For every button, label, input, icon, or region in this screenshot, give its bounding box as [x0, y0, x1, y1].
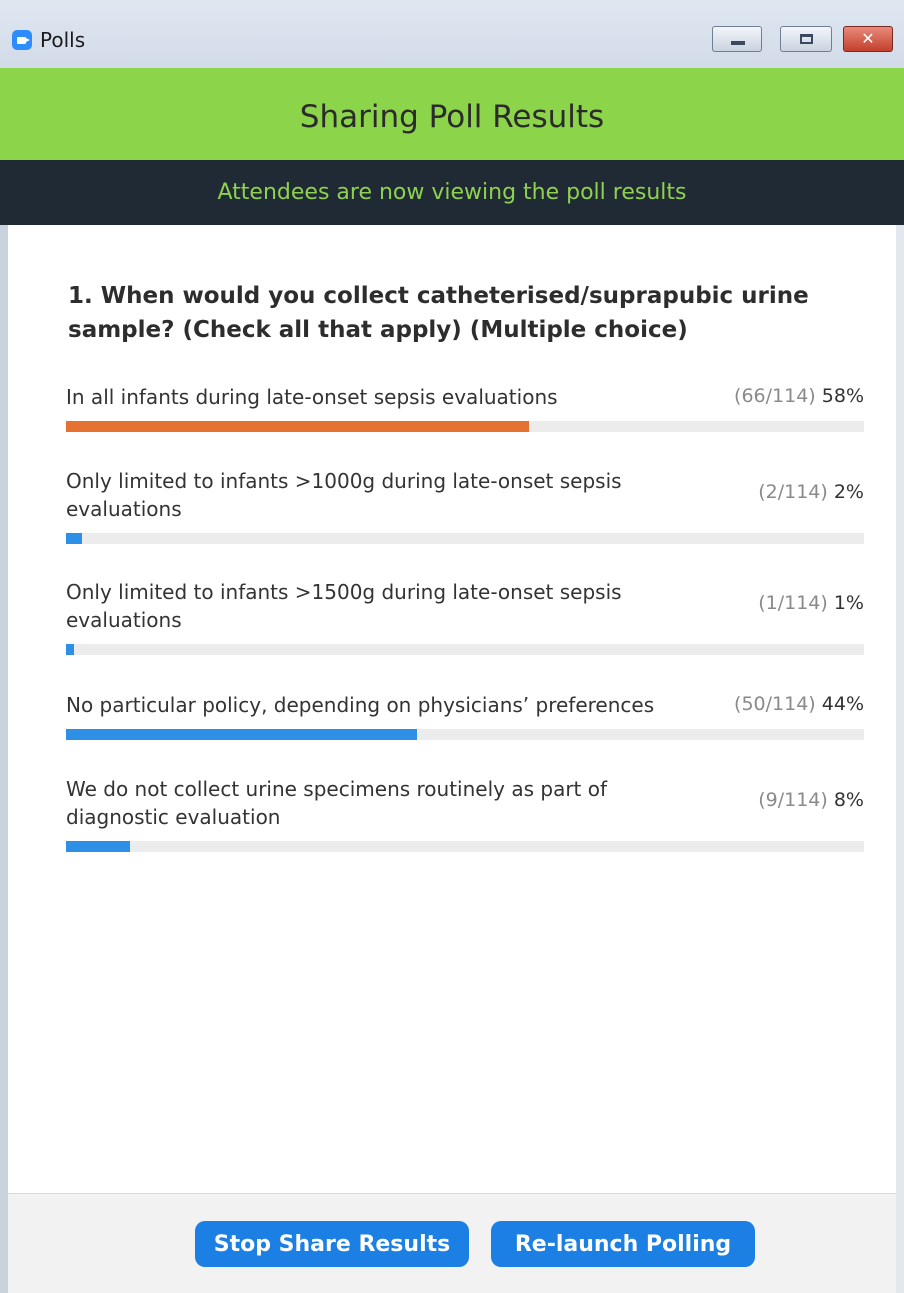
option-count: (9/114) — [758, 789, 828, 811]
poll-results-panel: 1. When would you collect catheterised/s… — [8, 225, 896, 1193]
option-label: In all infants during late-onset sepsis … — [66, 385, 558, 409]
option-result: (9/114) 8% — [758, 789, 864, 811]
result-bar-track — [66, 533, 864, 544]
option-count: (2/114) — [758, 481, 828, 503]
option-percent: 2% — [833, 481, 864, 503]
poll-question: 1. When would you collect catheterised/s… — [68, 283, 809, 343]
option-result: (2/114) 2% — [758, 481, 864, 503]
option-result: (50/114) 44% — [734, 693, 864, 715]
close-button[interactable]: ✕ — [843, 26, 893, 52]
option-result: (1/114) 1% — [758, 592, 864, 614]
result-bar-fill — [66, 421, 529, 432]
result-bar-track — [66, 644, 864, 655]
option-label: No particular policy, depending on physi… — [66, 693, 655, 717]
close-icon: ✕ — [861, 29, 875, 48]
result-bar-fill — [66, 644, 74, 655]
option-result: (66/114) 58% — [734, 385, 864, 407]
poll-header: Sharing Poll Results — [0, 68, 904, 160]
header-title: Sharing Poll Results — [299, 99, 605, 135]
window-border-left — [0, 225, 8, 1293]
status-text: Attendees are now viewing the poll resul… — [217, 180, 687, 205]
result-bar-fill — [66, 729, 418, 740]
option-percent: 8% — [833, 789, 864, 811]
result-bar-track — [66, 841, 864, 852]
option-percent: 1% — [833, 592, 864, 614]
option-percent: 58% — [821, 385, 864, 407]
option-label: Only limited to infants >1000g during la… — [66, 469, 622, 521]
option-count: (66/114) — [734, 385, 816, 407]
option-count: (1/114) — [758, 592, 828, 614]
poll-footer: Stop Share Results Re-launch Polling — [8, 1193, 896, 1293]
zoom-camera-icon — [12, 30, 32, 50]
option-percent: 44% — [821, 693, 864, 715]
polls-window: Polls ✕ Sharing Poll Results Attendees a… — [0, 0, 904, 1293]
option-label: Only limited to infants >1500g during la… — [66, 580, 622, 632]
minimize-icon — [731, 41, 745, 45]
window-title: Polls — [40, 28, 86, 52]
result-bar-fill — [66, 533, 82, 544]
maximize-button[interactable] — [780, 26, 832, 52]
minimize-button[interactable] — [712, 26, 762, 52]
status-bar: Attendees are now viewing the poll resul… — [0, 160, 904, 225]
maximize-icon — [800, 34, 813, 44]
relaunch-polling-button[interactable]: Re-launch Polling — [491, 1221, 755, 1267]
option-count: (50/114) — [734, 693, 816, 715]
result-bar-track — [66, 421, 864, 432]
option-label: We do not collect urine specimens routin… — [66, 777, 608, 829]
result-bar-track — [66, 729, 864, 740]
window-border-right — [896, 225, 904, 1293]
result-bar-fill — [66, 841, 130, 852]
stop-share-results-button[interactable]: Stop Share Results — [195, 1221, 469, 1267]
